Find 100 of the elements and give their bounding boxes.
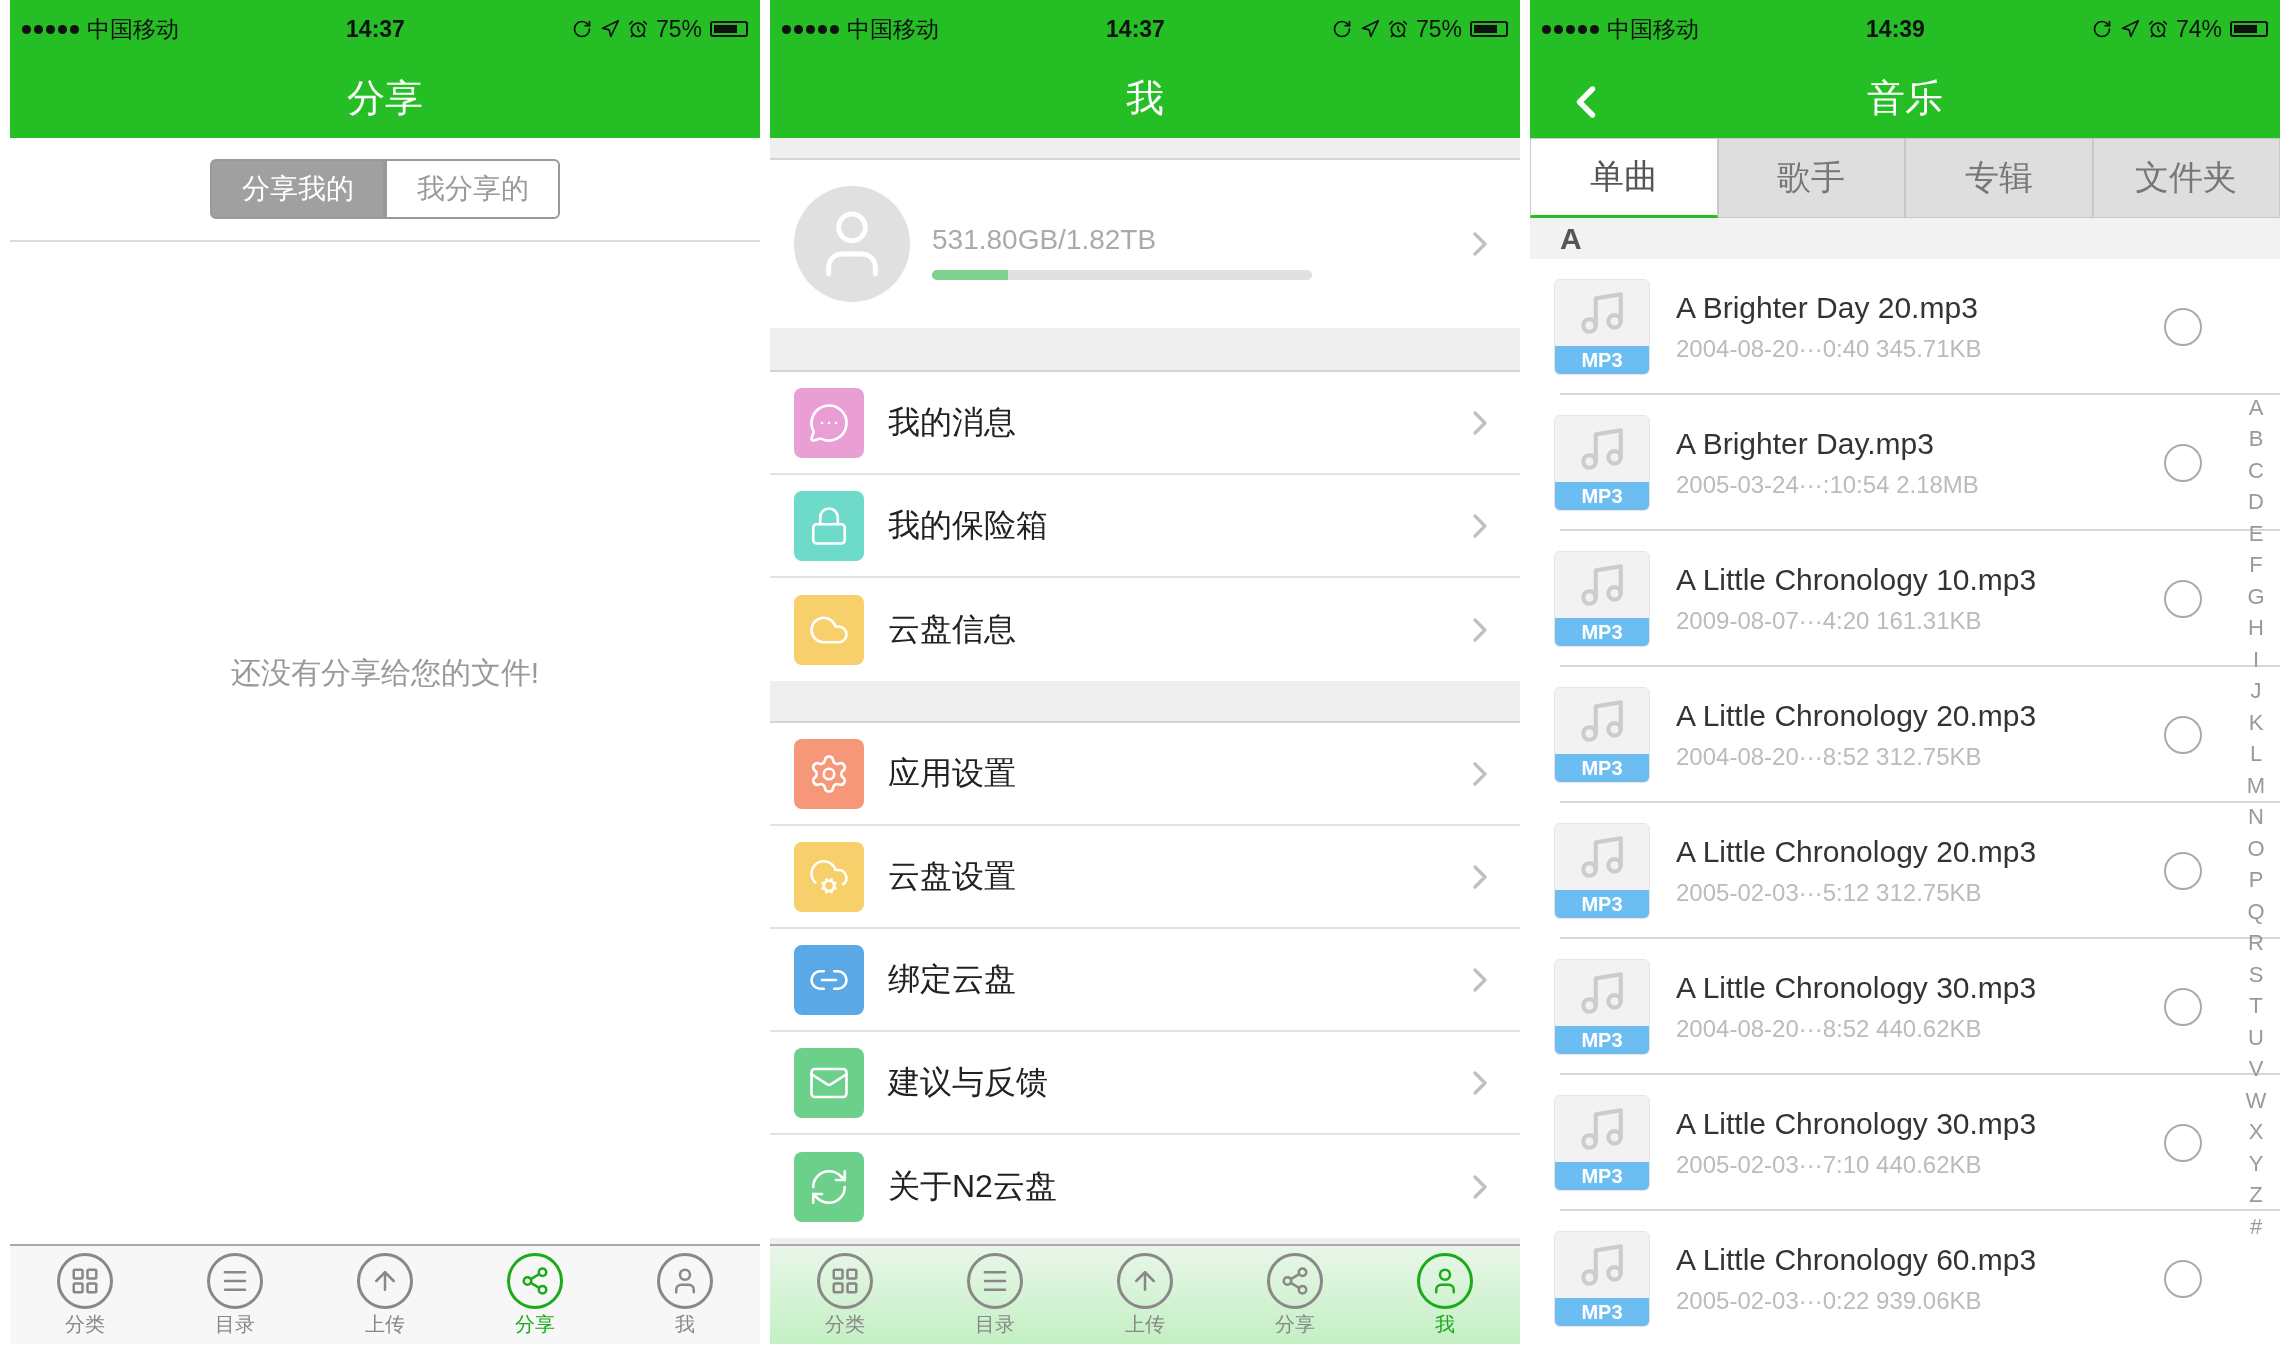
index-letter[interactable]: N bbox=[2248, 801, 2264, 833]
index-letter[interactable]: B bbox=[2248, 423, 2264, 455]
storage-usage: 531.80GB/1.82TB bbox=[932, 224, 1158, 256]
menu-label: 绑定云盘 bbox=[888, 959, 1017, 999]
mp3-file-icon: MP3 bbox=[1554, 279, 1650, 375]
index-letter[interactable]: V bbox=[2248, 1053, 2264, 1085]
tab-bar-item[interactable]: 上传 bbox=[1070, 1246, 1220, 1344]
select-radio[interactable] bbox=[2164, 852, 2202, 890]
index-letter[interactable]: # bbox=[2249, 1211, 2263, 1243]
index-letter[interactable]: P bbox=[2248, 864, 2264, 896]
index-letter[interactable]: E bbox=[2248, 518, 2264, 550]
song-details: 2005-02-03···0:22 939.06KB bbox=[1676, 1287, 1983, 1315]
section-letter: A bbox=[1560, 221, 1582, 256]
index-letter[interactable]: A bbox=[2248, 392, 2264, 424]
tab-bar-item[interactable]: 分类 bbox=[10, 1246, 160, 1344]
menu-item[interactable]: 应用设置 bbox=[770, 723, 1520, 826]
status-time: 14:37 bbox=[346, 15, 405, 43]
tab-bar-item[interactable]: 目录 bbox=[160, 1246, 310, 1344]
index-letter[interactable]: H bbox=[2248, 612, 2264, 644]
screen-title: 音乐 bbox=[1867, 75, 1943, 121]
song-row[interactable]: MP3 A Little Chronology 20.mp3 2005-02-03···5:12 312.75KB bbox=[1530, 803, 2228, 939]
share-icon bbox=[507, 1252, 563, 1309]
alarm-icon bbox=[2147, 19, 2168, 39]
index-letter[interactable]: C bbox=[2248, 455, 2264, 487]
segment-button[interactable]: 我分享的 bbox=[385, 159, 560, 219]
index-letter[interactable]: O bbox=[2247, 833, 2265, 865]
song-row[interactable]: MP3 A Little Chronology 60.mp3 2005-02-03···0:22 939.06KB bbox=[1530, 1211, 2228, 1344]
index-letter[interactable]: M bbox=[2246, 770, 2266, 802]
index-letter[interactable]: L bbox=[2249, 738, 2263, 770]
index-letter[interactable]: D bbox=[2248, 486, 2264, 518]
menu-label: 我的保险箱 bbox=[888, 505, 1049, 545]
screen-title: 我 bbox=[1126, 75, 1164, 121]
tab-bar-item[interactable]: 分享 bbox=[1220, 1246, 1370, 1344]
index-letter[interactable]: Q bbox=[2247, 896, 2265, 928]
carrier-name: 中国移动 bbox=[1607, 14, 1699, 44]
battery-percent: 75% bbox=[1415, 15, 1462, 43]
menu-item[interactable]: 我的消息 bbox=[770, 372, 1520, 475]
menu-label: 应用设置 bbox=[888, 753, 1017, 793]
tab-bar-item[interactable]: 分类 bbox=[770, 1246, 920, 1344]
tab-bar-item[interactable]: 目录 bbox=[920, 1246, 1070, 1344]
category-tab[interactable]: 专辑 bbox=[1905, 138, 2093, 218]
select-radio[interactable] bbox=[2164, 988, 2202, 1026]
segment-button[interactable]: 分享我的 bbox=[210, 159, 385, 219]
index-letter[interactable]: G bbox=[2247, 581, 2265, 613]
menu-item[interactable]: 云盘信息 bbox=[770, 578, 1520, 681]
category-tab[interactable]: 歌手 bbox=[1717, 138, 1905, 218]
status-time: 14:37 bbox=[1106, 15, 1165, 43]
carrier-name: 中国移动 bbox=[847, 14, 939, 44]
tab-bar-item[interactable]: 上传 bbox=[310, 1246, 460, 1344]
menu-icon bbox=[967, 1252, 1023, 1309]
rotation-lock-icon bbox=[1331, 19, 1352, 39]
battery-icon bbox=[1470, 21, 1508, 37]
menu-item[interactable]: 建议与反馈 bbox=[770, 1032, 1520, 1135]
profile-row[interactable]: 531.80GB/1.82TB bbox=[770, 160, 1520, 328]
index-letter[interactable]: S bbox=[2248, 959, 2264, 991]
song-row[interactable]: MP3 A Little Chronology 20.mp3 2004-08-20···8:52 312.75KB bbox=[1530, 667, 2228, 803]
battery-icon bbox=[2230, 21, 2268, 37]
song-row[interactable]: MP3 A Brighter Day 20.mp3 2004-08-20···0:40 345.71KB bbox=[1530, 259, 2228, 395]
select-radio[interactable] bbox=[2164, 580, 2202, 618]
index-letter[interactable]: Y bbox=[2248, 1148, 2264, 1180]
grid-icon bbox=[57, 1252, 113, 1309]
category-tab[interactable]: 文件夹 bbox=[2092, 138, 2280, 218]
menu-item[interactable]: 我的保险箱 bbox=[770, 475, 1520, 578]
song-details: 2005-02-03···7:10 440.62KB bbox=[1676, 1151, 1983, 1179]
index-letter[interactable]: R bbox=[2248, 927, 2264, 959]
index-letter[interactable]: X bbox=[2248, 1116, 2264, 1148]
index-letter[interactable]: F bbox=[2249, 549, 2263, 581]
index-letter[interactable]: T bbox=[2249, 990, 2263, 1022]
screen-title: 分享 bbox=[347, 75, 423, 121]
tab-bar-item[interactable]: 分享 bbox=[460, 1246, 610, 1344]
tab-bar-item[interactable]: 我 bbox=[610, 1246, 760, 1344]
song-details: 2005-02-03···5:12 312.75KB bbox=[1676, 879, 1983, 907]
song-details: 2004-08-20···8:52 312.75KB bbox=[1676, 743, 1983, 771]
song-row[interactable]: MP3 A Little Chronology 30.mp3 2005-02-03···7:10 440.62KB bbox=[1530, 1075, 2228, 1211]
song-row[interactable]: MP3 A Brighter Day.mp3 2005-03-24···:10:54 2.18MB bbox=[1530, 395, 2228, 531]
song-details: 2009-08-07···4:20 161.31KB bbox=[1676, 607, 1983, 635]
battery-icon bbox=[710, 21, 748, 37]
song-row[interactable]: MP3 A Little Chronology 10.mp3 2009-08-07···4:20 161.31KB bbox=[1530, 531, 2228, 667]
index-letter[interactable]: Z bbox=[2249, 1179, 2263, 1211]
category-tab[interactable]: 单曲 bbox=[1530, 138, 1718, 218]
index-letter[interactable]: K bbox=[2248, 707, 2264, 739]
index-letter[interactable]: U bbox=[2248, 1022, 2264, 1054]
song-row[interactable]: MP3 A Little Chronology 30.mp3 2004-08-20···8:52 440.62KB bbox=[1530, 939, 2228, 1075]
battery-percent: 74% bbox=[2175, 15, 2222, 43]
select-radio[interactable] bbox=[2164, 1260, 2202, 1298]
index-letter[interactable]: J bbox=[2250, 675, 2262, 707]
select-radio[interactable] bbox=[2164, 308, 2202, 346]
menu-item[interactable]: 绑定云盘 bbox=[770, 929, 1520, 1032]
index-letter[interactable]: W bbox=[2245, 1085, 2267, 1117]
song-title: A Brighter Day 20.mp3 bbox=[1676, 291, 1979, 325]
menu-item[interactable]: 关于N2云盘 bbox=[770, 1135, 1520, 1238]
tab-bar-item[interactable]: 我 bbox=[1370, 1246, 1520, 1344]
menu-item[interactable]: 云盘设置 bbox=[770, 826, 1520, 929]
song-title: A Little Chronology 20.mp3 bbox=[1676, 699, 2038, 733]
select-radio[interactable] bbox=[2164, 1124, 2202, 1162]
song-title: A Little Chronology 30.mp3 bbox=[1676, 971, 2038, 1005]
mp3-file-icon: MP3 bbox=[1554, 823, 1650, 919]
select-radio[interactable] bbox=[2164, 716, 2202, 754]
select-radio[interactable] bbox=[2164, 444, 2202, 482]
index-letter[interactable]: I bbox=[2252, 644, 2260, 676]
